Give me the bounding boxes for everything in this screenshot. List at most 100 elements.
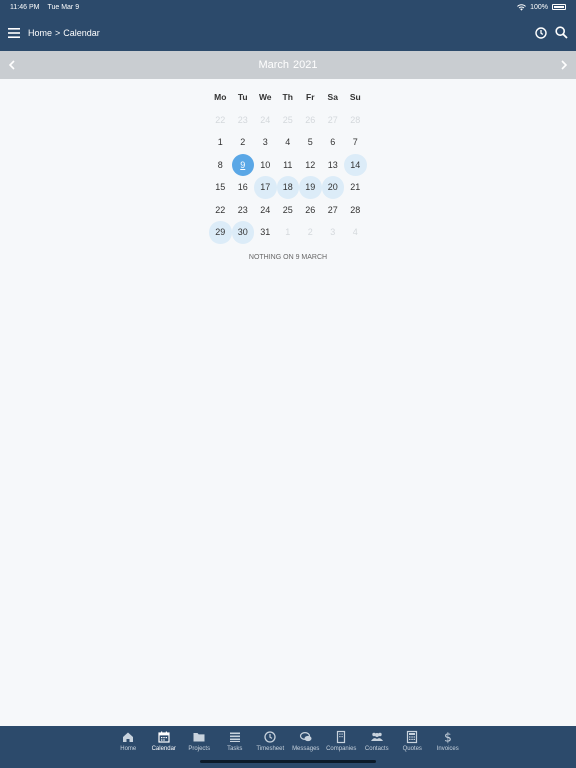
- calendar-day[interactable]: 5: [299, 131, 322, 154]
- calendar-day[interactable]: 12: [299, 154, 322, 177]
- chat-icon: [299, 731, 312, 742]
- calendar-day[interactable]: 29: [209, 221, 232, 244]
- calendar-day[interactable]: 1: [209, 131, 232, 154]
- building-icon: [337, 730, 346, 744]
- calendar-week-row: 22 23 24 25 26 27 28: [209, 199, 367, 222]
- calendar-day[interactable]: 22: [209, 199, 232, 222]
- calendar-day[interactable]: 4: [277, 131, 300, 154]
- calendar-day[interactable]: 24: [254, 199, 277, 222]
- status-time: 11:46 PM: [10, 3, 40, 11]
- calendar-day[interactable]: 22: [209, 109, 232, 132]
- menu-icon[interactable]: [8, 27, 20, 38]
- calendar-grid: Mo Tu We Th Fr Sa Su 22 23 24 25 26 27 28 1 2 3 4 5 6 7 8 9 10…: [209, 86, 367, 244]
- calendar-day[interactable]: 3: [322, 221, 345, 244]
- calendar-week-row: 22 23 24 25 26 27 28: [209, 109, 367, 132]
- chevron-right-icon[interactable]: [560, 60, 568, 70]
- calendar-day[interactable]: 27: [322, 109, 345, 132]
- tab-quotes[interactable]: Quotes: [395, 726, 431, 768]
- month-title: March 2021: [258, 59, 317, 71]
- weekday-header: Fr: [306, 92, 315, 103]
- calendar-day[interactable]: 26: [299, 199, 322, 222]
- tasks-icon: [229, 732, 240, 742]
- calendar-day[interactable]: 19: [299, 176, 322, 199]
- breadcrumb: Home > Calendar: [28, 28, 100, 38]
- calendar-day[interactable]: 21: [344, 176, 367, 199]
- clock-icon[interactable]: [535, 26, 547, 39]
- year-name: 2021: [293, 59, 318, 71]
- status-right: 100%: [517, 4, 566, 11]
- calendar-day[interactable]: 28: [344, 109, 367, 132]
- calendar-day[interactable]: 3: [254, 131, 277, 154]
- calendar-day[interactable]: 10: [254, 154, 277, 177]
- calendar-day[interactable]: 23: [232, 199, 255, 222]
- weekday-header: We: [258, 92, 272, 103]
- calendar-day-selected[interactable]: 9: [231, 153, 254, 176]
- calendar-week-row: 1234567: [209, 131, 367, 154]
- calendar-day[interactable]: 30: [231, 221, 254, 244]
- calendar-day[interactable]: 17: [254, 176, 277, 199]
- calendar-day[interactable]: 2: [232, 131, 255, 154]
- tab-label: Contacts: [364, 746, 389, 752]
- tab-label: Companies: [326, 746, 357, 752]
- weekday-header: Sa: [327, 92, 338, 103]
- calendar-weeks: 22 23 24 25 26 27 28 1 2 3 4 5 6 7 8 9 10 11 12 13 14 15 16 17 1…: [209, 109, 367, 244]
- tab-calendar[interactable]: Calendar: [146, 726, 182, 768]
- month-name: March: [258, 59, 290, 71]
- calendar-day[interactable]: 23: [232, 109, 255, 132]
- calendar-day[interactable]: 6: [322, 131, 345, 154]
- folder-icon: [193, 733, 205, 742]
- status-date: Tue Mar 9: [47, 3, 80, 11]
- calendar-day[interactable]: 27: [322, 199, 345, 222]
- search-icon[interactable]: [555, 26, 568, 39]
- tab-label: Quotes: [402, 746, 422, 752]
- people-icon: [370, 732, 383, 741]
- weekday-header: Tu: [237, 92, 248, 103]
- calendar-day[interactable]: 25: [277, 109, 300, 132]
- calendar-day[interactable]: 15: [209, 176, 232, 199]
- calendar-day[interactable]: 25: [277, 199, 300, 222]
- calendar-day[interactable]: 14: [344, 153, 367, 176]
- breadcrumb-current: Calendar: [63, 27, 100, 38]
- tab-label: Invoices: [436, 746, 459, 752]
- month-header: March 2021: [0, 51, 576, 79]
- tab-invoices[interactable]: $ Invoices: [430, 726, 466, 768]
- calendar-day[interactable]: 16: [232, 176, 255, 199]
- battery-percent: 100%: [530, 3, 548, 11]
- weekday-header: Su: [349, 92, 361, 103]
- battery-icon: [552, 4, 566, 10]
- calendar-week-row: 29 30 31 1 2 3 4: [209, 221, 367, 244]
- calendar-day[interactable]: 2: [299, 221, 322, 244]
- calendar-day[interactable]: 13: [322, 154, 345, 177]
- chevron-left-icon[interactable]: [8, 60, 16, 70]
- empty-day-message: NOTHING ON 9 MARCH: [248, 254, 328, 261]
- tab-label: Timesheet: [256, 746, 285, 752]
- calendar-day[interactable]: 20: [321, 176, 344, 199]
- calendar-day[interactable]: 26: [299, 109, 322, 132]
- calendar-day[interactable]: 8: [209, 154, 232, 177]
- calendar-day[interactable]: 31: [254, 221, 277, 244]
- calendar-day[interactable]: 1: [277, 221, 300, 244]
- home-icon: [123, 732, 134, 742]
- calendar-day[interactable]: 7: [344, 131, 367, 154]
- calendar-week-row: 8 9 10 11 12 13 14: [209, 153, 367, 177]
- calendar-day[interactable]: 28: [344, 199, 367, 222]
- weekday-header: Th: [282, 92, 293, 103]
- calendar-day[interactable]: 4: [344, 221, 367, 244]
- clock-icon: [264, 731, 276, 743]
- calendar-week-row: 15 16 17 18 19 20 21: [209, 176, 367, 199]
- calendar-day[interactable]: 18: [276, 176, 299, 199]
- calendar-day[interactable]: 11: [277, 154, 300, 177]
- weekday-header: Mo: [214, 92, 227, 103]
- tab-label: Messages: [292, 746, 320, 752]
- breadcrumb-home[interactable]: Home: [28, 28, 52, 38]
- home-indicator: [200, 760, 376, 763]
- dollar-icon: $: [444, 731, 452, 745]
- nav-bar: Home > Calendar: [0, 14, 576, 51]
- status-bar: 11:46 PM Tue Mar 9 100%: [0, 0, 576, 14]
- calendar-day[interactable]: 24: [254, 109, 277, 132]
- nav-actions: [535, 26, 568, 39]
- svg-text:$: $: [444, 731, 452, 745]
- tab-label: Home: [120, 746, 137, 752]
- calculator-icon: [407, 730, 418, 744]
- tab-home[interactable]: Home: [111, 726, 147, 768]
